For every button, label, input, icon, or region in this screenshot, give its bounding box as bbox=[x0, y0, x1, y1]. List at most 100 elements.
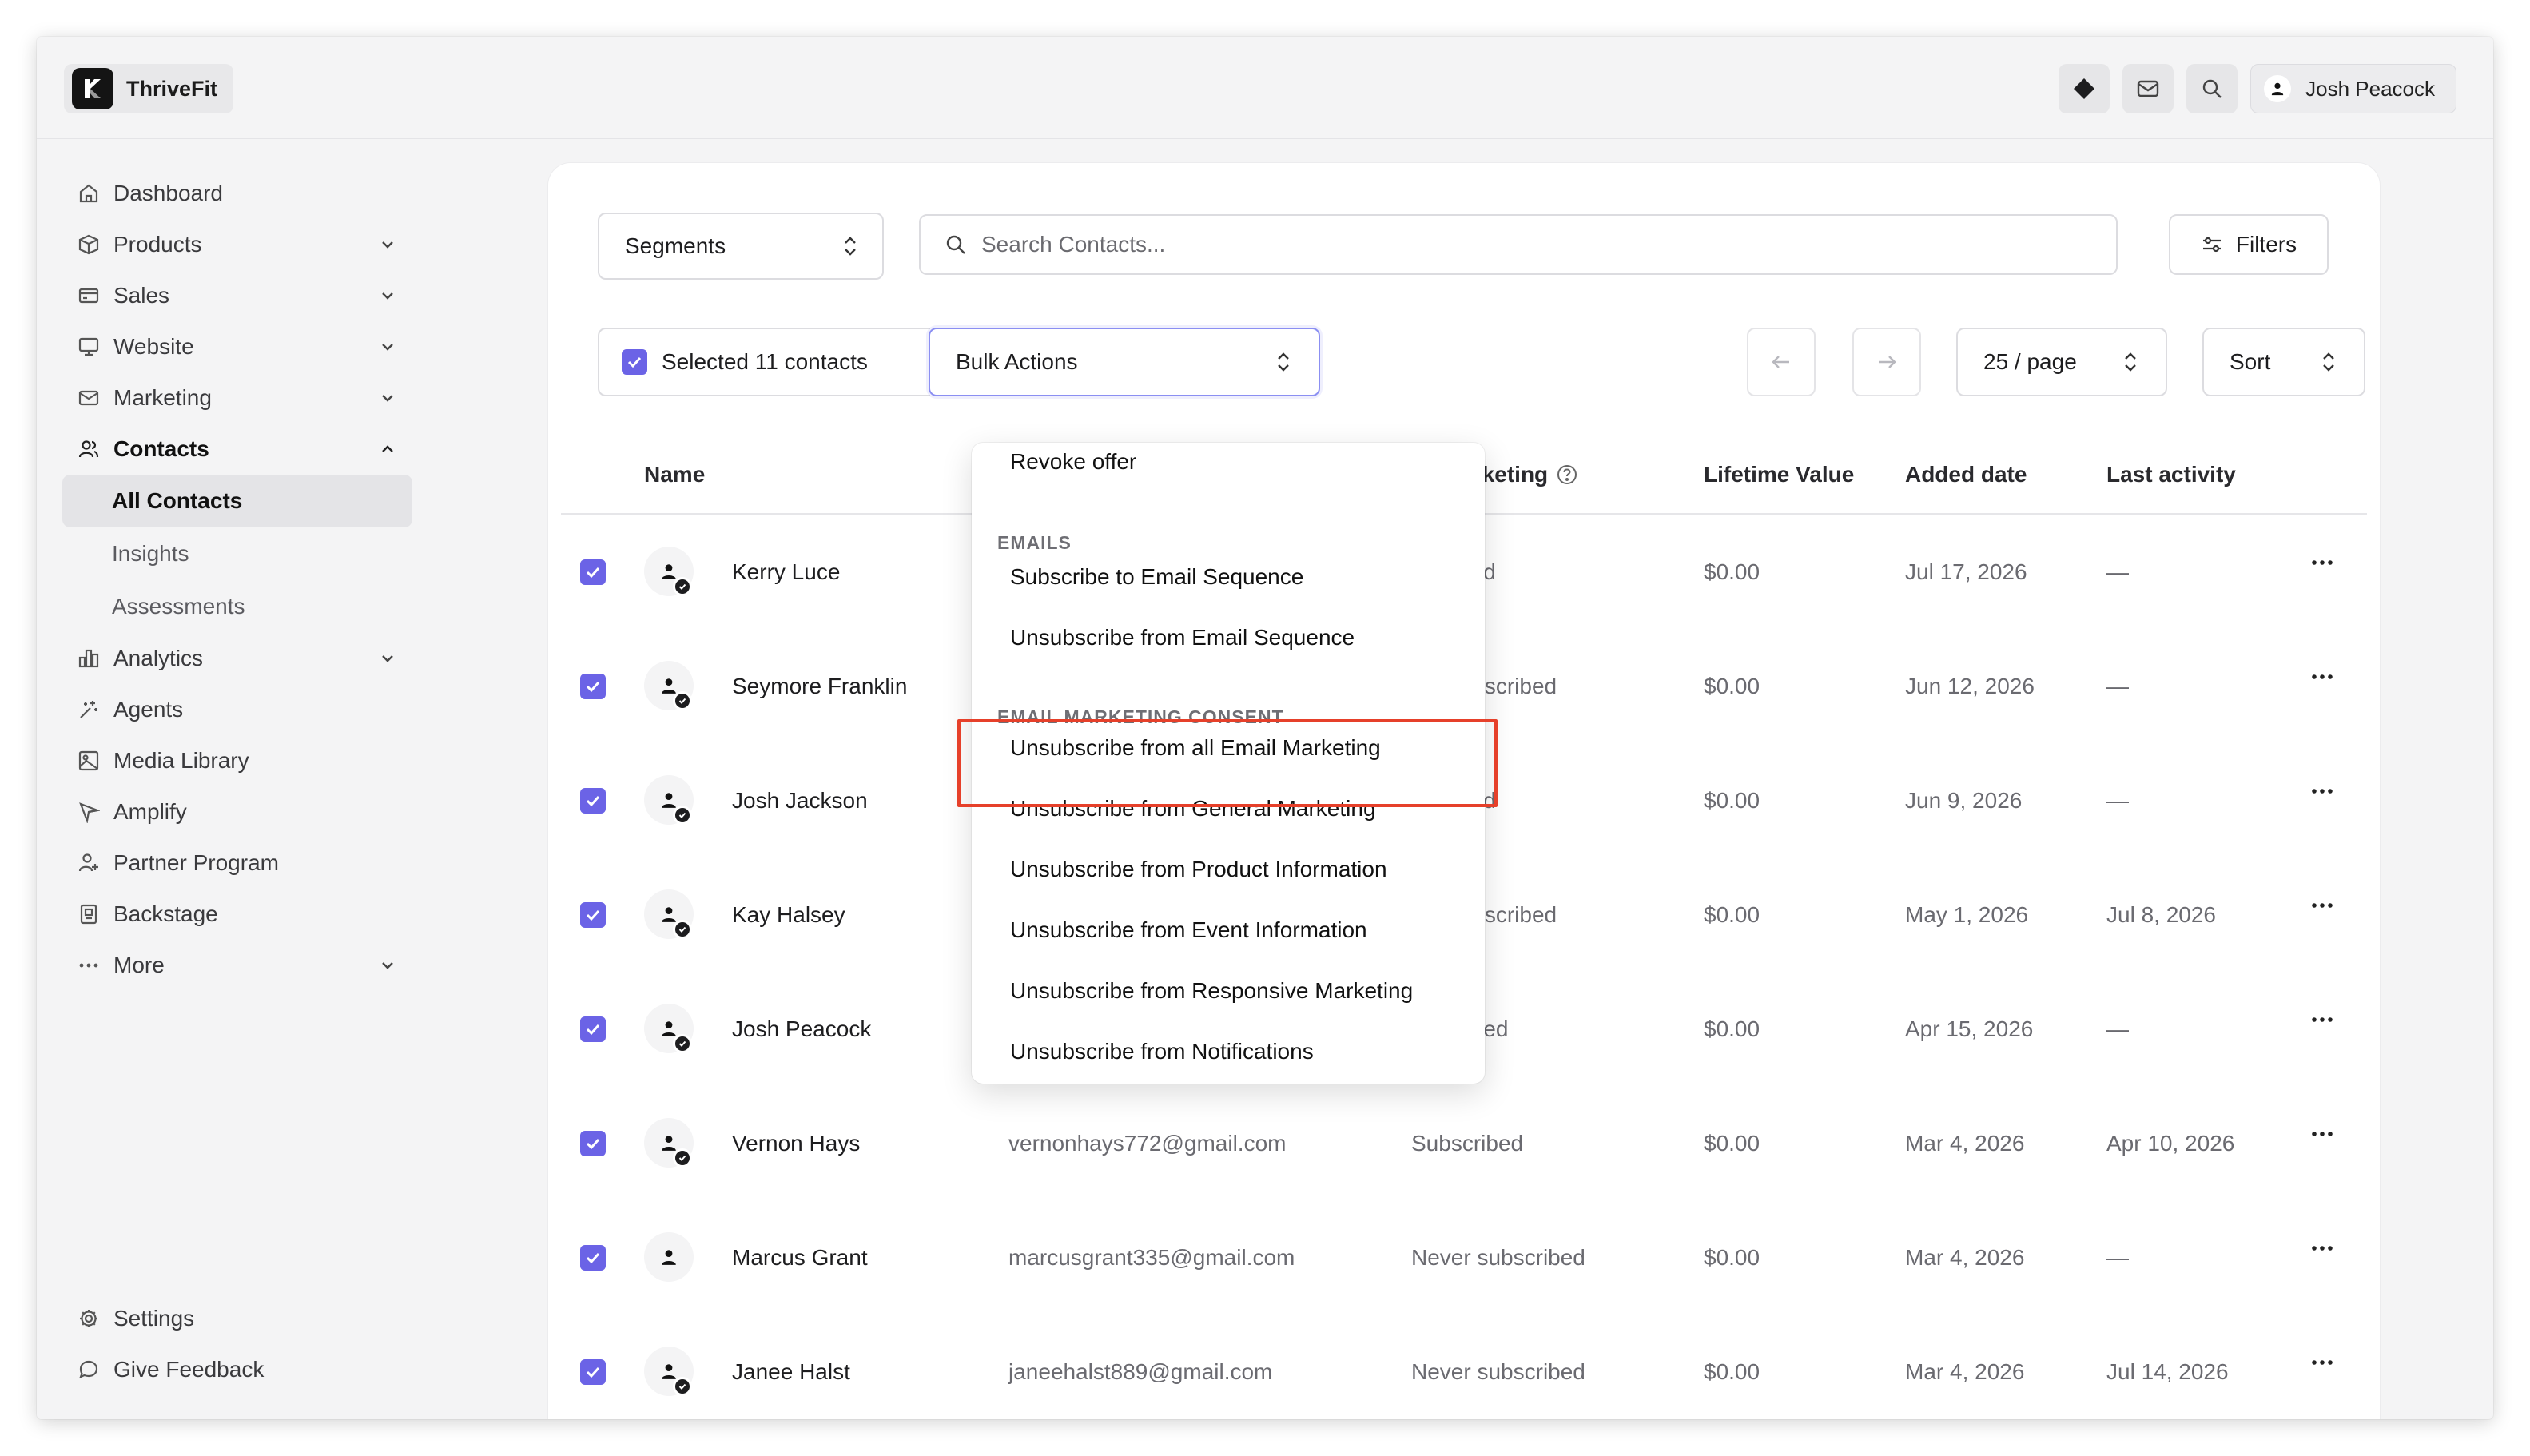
previous-page-button[interactable] bbox=[1747, 328, 1816, 396]
partner-icon bbox=[77, 851, 101, 875]
menu-item-unsubscribe-event-information[interactable]: Unsubscribe from Event Information bbox=[1010, 917, 1367, 943]
brand-name: ThriveFit bbox=[126, 76, 218, 101]
sidebar-item-assessments[interactable]: Assessments bbox=[62, 580, 412, 633]
row-more-actions-button[interactable] bbox=[2306, 1012, 2338, 1028]
sidebar-item-dashboard[interactable]: Dashboard bbox=[62, 168, 412, 219]
row-more-actions-button[interactable] bbox=[2306, 783, 2338, 799]
segments-select[interactable]: Segments bbox=[598, 213, 884, 280]
contact-name[interactable]: Josh Jackson bbox=[732, 743, 868, 858]
row-more-actions-button[interactable] bbox=[2306, 555, 2338, 571]
contact-name[interactable]: Vernon Hays bbox=[732, 1086, 860, 1201]
contact-name[interactable]: Seymore Franklin bbox=[732, 629, 907, 744]
column-header-last-activity[interactable]: Last activity bbox=[2106, 435, 2236, 515]
column-header-name[interactable]: Name bbox=[644, 435, 705, 515]
sidebar-item-more[interactable]: More bbox=[62, 940, 412, 991]
annotation-highlight-box bbox=[957, 719, 1498, 807]
sidebar-item-amplify[interactable]: Amplify bbox=[62, 786, 412, 837]
verified-badge-icon bbox=[673, 691, 692, 710]
sidebar-item-agents[interactable]: Agents bbox=[62, 684, 412, 735]
contact-name[interactable]: Janee Halst bbox=[732, 1315, 850, 1419]
sparkle-icon bbox=[77, 698, 101, 722]
column-header-added-date[interactable]: Added date bbox=[1905, 435, 2027, 515]
sidebar-item-label: Contacts bbox=[113, 436, 209, 461]
verified-badge-icon bbox=[673, 1377, 692, 1396]
search-icon bbox=[2202, 79, 2222, 98]
row-checkbox[interactable] bbox=[580, 1131, 606, 1156]
avatar bbox=[644, 1118, 694, 1168]
contact-name[interactable]: Kerry Luce bbox=[732, 515, 840, 630]
row-checkbox[interactable] bbox=[580, 902, 606, 928]
table-row[interactable]: Marcus Grant marcusgrant335@gmail.com Neve… bbox=[561, 1200, 2367, 1315]
row-more-actions-button[interactable] bbox=[2306, 1240, 2338, 1256]
contact-lifetime-value: $0.00 bbox=[1704, 674, 1760, 698]
next-page-button[interactable] bbox=[1852, 328, 1921, 396]
chevron-updown-icon bbox=[845, 237, 856, 256]
menu-item-unsubscribe-product-information[interactable]: Unsubscribe from Product Information bbox=[1010, 857, 1387, 882]
row-more-actions-button[interactable] bbox=[2306, 1126, 2338, 1142]
table-row[interactable]: Vernon Hays vernonhays772@gmail.com Subscr… bbox=[561, 1086, 2367, 1201]
sidebar-item-label: Dashboard bbox=[113, 181, 223, 205]
menu-item-unsubscribe-email-sequence[interactable]: Unsubscribe from Email Sequence bbox=[1010, 625, 1355, 650]
sidebar-item-contacts[interactable]: Contacts bbox=[62, 424, 412, 475]
sidebar-item-website[interactable]: Website bbox=[62, 321, 412, 372]
box-icon bbox=[77, 233, 101, 257]
contact-last-activity: Apr 10, 2026 bbox=[2106, 1131, 2235, 1156]
menu-item-revoke-offer[interactable]: Revoke offer bbox=[1010, 449, 1136, 475]
verified-badge-icon bbox=[673, 806, 692, 825]
row-checkbox[interactable] bbox=[580, 1359, 606, 1385]
search-button[interactable] bbox=[2186, 64, 2238, 113]
contact-added-date: Mar 4, 2026 bbox=[1905, 1245, 2025, 1270]
search-input[interactable]: Search Contacts... bbox=[919, 214, 2118, 275]
sort-select[interactable]: Sort bbox=[2202, 328, 2365, 396]
row-more-actions-button[interactable] bbox=[2306, 1355, 2338, 1370]
sidebar-item-partner-program[interactable]: Partner Program bbox=[62, 837, 412, 889]
sidebar-item-give-feedback[interactable]: Give Feedback bbox=[62, 1344, 412, 1395]
sidebar-item-label: Products bbox=[113, 232, 202, 257]
sidebar-item-label: Agents bbox=[113, 697, 184, 722]
row-more-actions-button[interactable] bbox=[2306, 669, 2338, 685]
table-row[interactable]: Janee Halst janeehalst889@gmail.com Never … bbox=[561, 1315, 2367, 1419]
sidebar-item-analytics[interactable]: Analytics bbox=[62, 633, 412, 684]
row-checkbox[interactable] bbox=[580, 1245, 606, 1271]
help-icon[interactable] bbox=[1556, 463, 1578, 486]
filters-button[interactable]: Filters bbox=[2169, 214, 2329, 275]
contact-name[interactable]: Josh Peacock bbox=[732, 972, 871, 1087]
sidebar-item-sales[interactable]: Sales bbox=[62, 270, 412, 321]
row-more-actions-button[interactable] bbox=[2306, 897, 2338, 913]
row-checkbox[interactable] bbox=[580, 788, 606, 814]
menu-item-unsubscribe-notifications[interactable]: Unsubscribe from Notifications bbox=[1010, 1039, 1314, 1064]
select-all-checkbox[interactable] bbox=[622, 349, 647, 375]
contact-name[interactable]: Marcus Grant bbox=[732, 1200, 868, 1315]
sidebar: Dashboard Products Sales Website Marketi… bbox=[37, 139, 436, 1419]
row-checkbox[interactable] bbox=[580, 559, 606, 585]
sidebar-item-insights[interactable]: Insights bbox=[62, 527, 412, 580]
selected-contacts-toggle[interactable]: Selected 11 contacts bbox=[598, 328, 930, 396]
sidebar-item-backstage[interactable]: Backstage bbox=[62, 889, 412, 940]
contact-added-date: Jun 9, 2026 bbox=[1905, 788, 2023, 813]
inbox-button[interactable] bbox=[2122, 64, 2174, 113]
sidebar-item-all-contacts[interactable]: All Contacts bbox=[62, 475, 412, 527]
contact-lifetime-value: $0.00 bbox=[1704, 1245, 1760, 1270]
more-horizontal-icon bbox=[2312, 1246, 2333, 1251]
sidebar-item-marketing[interactable]: Marketing bbox=[62, 372, 412, 424]
row-checkbox[interactable] bbox=[580, 674, 606, 699]
sidebar-item-products[interactable]: Products bbox=[62, 219, 412, 270]
sidebar-item-media-library[interactable]: Media Library bbox=[62, 735, 412, 786]
avatar bbox=[644, 547, 694, 596]
sidebar-item-settings[interactable]: Settings bbox=[62, 1293, 412, 1344]
user-icon bbox=[662, 1021, 676, 1036]
bulk-actions-select[interactable]: Bulk Actions bbox=[929, 328, 1320, 396]
arrow-left-icon bbox=[1772, 356, 1789, 368]
menu-section-emails: EMAILS bbox=[997, 532, 1072, 553]
brand-switcher[interactable]: ThriveFit bbox=[64, 64, 234, 113]
row-checkbox[interactable] bbox=[580, 1016, 606, 1042]
menu-item-unsubscribe-responsive-marketing[interactable]: Unsubscribe from Responsive Marketing bbox=[1010, 978, 1413, 1004]
menu-item-subscribe-email-sequence[interactable]: Subscribe to Email Sequence bbox=[1010, 564, 1303, 590]
contact-name[interactable]: Kay Halsey bbox=[732, 857, 845, 973]
check-icon bbox=[586, 795, 600, 807]
column-header-lifetime-value[interactable]: Lifetime Value bbox=[1704, 435, 1854, 515]
per-page-select[interactable]: 25 / page bbox=[1956, 328, 2167, 396]
contact-email: vernonhays772@gmail.com bbox=[1008, 1131, 1287, 1156]
diamond-button[interactable] bbox=[2059, 64, 2110, 113]
user-menu[interactable]: Josh Peacock bbox=[2250, 64, 2456, 113]
